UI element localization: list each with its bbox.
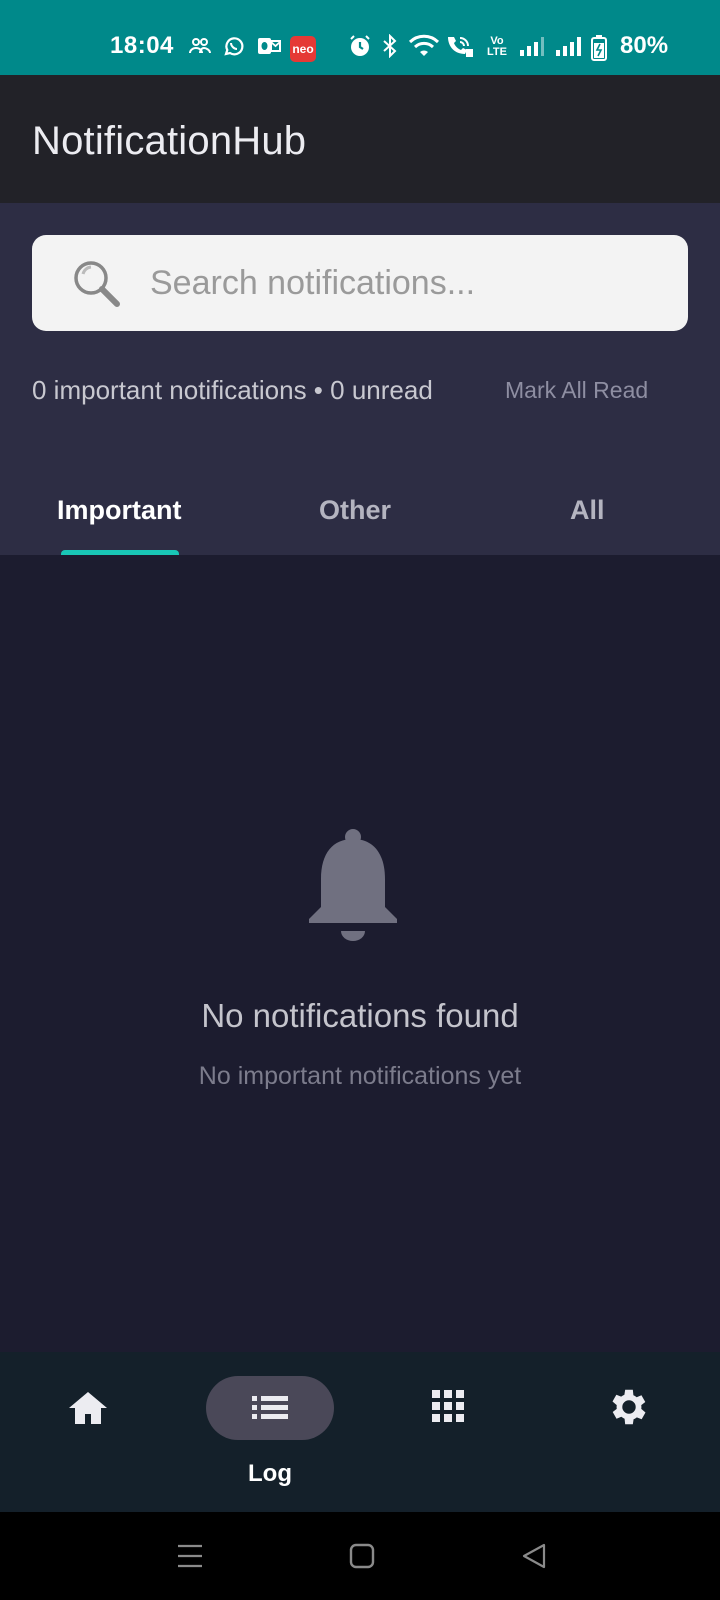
back-icon[interactable] <box>520 1542 548 1570</box>
home-icon <box>69 1392 107 1424</box>
home-square-icon[interactable] <box>348 1542 376 1570</box>
volte-icon: Vo LTE <box>484 36 510 58</box>
signal-icon <box>554 34 584 58</box>
volte-label: Vo LTE <box>487 35 507 58</box>
system-navigation-bar <box>0 1512 720 1600</box>
nav-log[interactable] <box>206 1376 334 1440</box>
wifi-calling-icon <box>444 34 474 58</box>
bell-icon <box>309 829 397 941</box>
whatsapp-icon <box>222 34 246 58</box>
search-input[interactable] <box>150 235 670 331</box>
empty-state-title: No notifications found <box>201 997 519 1034</box>
signal-icon <box>518 34 546 58</box>
battery-icon <box>590 34 608 62</box>
app-title: NotificationHub <box>32 119 307 163</box>
tab-all[interactable]: All <box>570 495 605 526</box>
battery-percentage: 80% <box>620 32 669 59</box>
menu-icon[interactable] <box>176 1542 204 1570</box>
bottom-navigation: Log <box>0 1352 720 1512</box>
grid-icon <box>432 1390 464 1422</box>
status-time: 18:04 <box>110 32 174 59</box>
nav-log-label: Log <box>248 1460 292 1487</box>
tab-important[interactable]: Important <box>57 495 182 526</box>
search-box[interactable] <box>32 235 688 331</box>
search-icon <box>74 261 120 307</box>
tab-other[interactable]: Other <box>319 495 391 526</box>
alarm-icon <box>348 34 372 58</box>
empty-state-subtitle: No important notifications yet <box>198 1062 522 1090</box>
neo-label: neo <box>292 42 314 56</box>
app-bar: NotificationHub <box>0 75 720 203</box>
people-icon <box>188 34 212 58</box>
nav-home[interactable] <box>66 1386 110 1430</box>
nav-apps[interactable] <box>428 1386 472 1430</box>
outlook-icon <box>256 34 282 58</box>
status-bar: 18:04 neo Vo LTE 80% <box>0 0 720 75</box>
list-icon <box>252 1396 288 1419</box>
notification-summary: 0 important notifications • 0 unread <box>32 375 433 405</box>
wifi-icon <box>408 34 440 58</box>
bluetooth-icon <box>380 34 400 58</box>
header-panel: 0 important notifications • 0 unread Mar… <box>0 203 720 557</box>
gear-icon <box>612 1389 646 1425</box>
nav-settings[interactable] <box>606 1384 652 1430</box>
notification-list: No notifications found No important noti… <box>0 555 720 1352</box>
neo-app-icon: neo <box>290 36 316 62</box>
mark-all-read-button[interactable]: Mark All Read <box>505 377 648 404</box>
